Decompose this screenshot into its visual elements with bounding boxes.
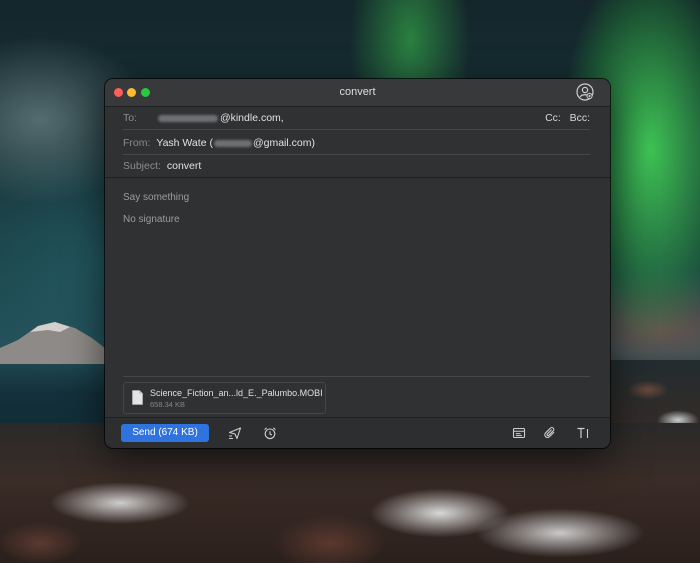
redacted-email — [213, 139, 252, 147]
from-email[interactable]: @gmail.com) — [253, 137, 315, 149]
subject-input[interactable]: convert — [167, 160, 201, 172]
template-icon[interactable] — [512, 426, 526, 440]
subject-field[interactable]: Subject: convert — [123, 155, 590, 178]
to-recipient[interactable]: @kindle.com, — [220, 112, 284, 124]
snowy-mountain — [0, 322, 110, 364]
send-later-icon[interactable] — [228, 426, 242, 440]
from-name[interactable]: Yash Wate ( — [156, 137, 213, 149]
from-label: From: — [123, 137, 151, 149]
document-icon — [132, 390, 143, 405]
to-field[interactable]: To: @kindle.com, Cc: Bcc: — [123, 107, 590, 130]
window-title: convert — [339, 86, 376, 98]
attachment-clip-icon[interactable] — [543, 426, 557, 440]
text-format-icon[interactable] — [576, 426, 590, 440]
signature-selector[interactable]: No signature — [123, 214, 180, 225]
to-label: To: — [123, 112, 138, 124]
send-button[interactable]: Send (674 KB) — [121, 424, 209, 442]
attachment-file-name: Science_Fiction_an...ld_E._Palumbo.MOBI — [150, 388, 323, 398]
redacted-recipient — [157, 114, 218, 122]
sender-identity-icon[interactable] — [576, 83, 594, 101]
title-bar[interactable]: convert — [105, 79, 610, 107]
from-field[interactable]: From: Yash Wate ( @gmail.com) — [123, 132, 590, 155]
body-placeholder[interactable]: Say something — [123, 192, 189, 203]
attachment-chip[interactable]: Science_Fiction_an...ld_E._Palumbo.MOBI … — [123, 382, 326, 414]
cc-bcc-toggle[interactable]: Cc: Bcc: — [545, 107, 590, 129]
subject-label: Subject: — [123, 160, 161, 172]
compose-toolbar: Send (674 KB) — [105, 417, 610, 448]
message-body[interactable]: Say something No signature — [105, 177, 610, 417]
attachment-file-size: 658.34 KB — [150, 400, 186, 409]
attachment-divider — [123, 376, 590, 377]
compose-window: convert To: @kindle.com, Cc: Bcc: From: … — [105, 79, 610, 448]
reminder-clock-icon[interactable] — [263, 426, 277, 440]
